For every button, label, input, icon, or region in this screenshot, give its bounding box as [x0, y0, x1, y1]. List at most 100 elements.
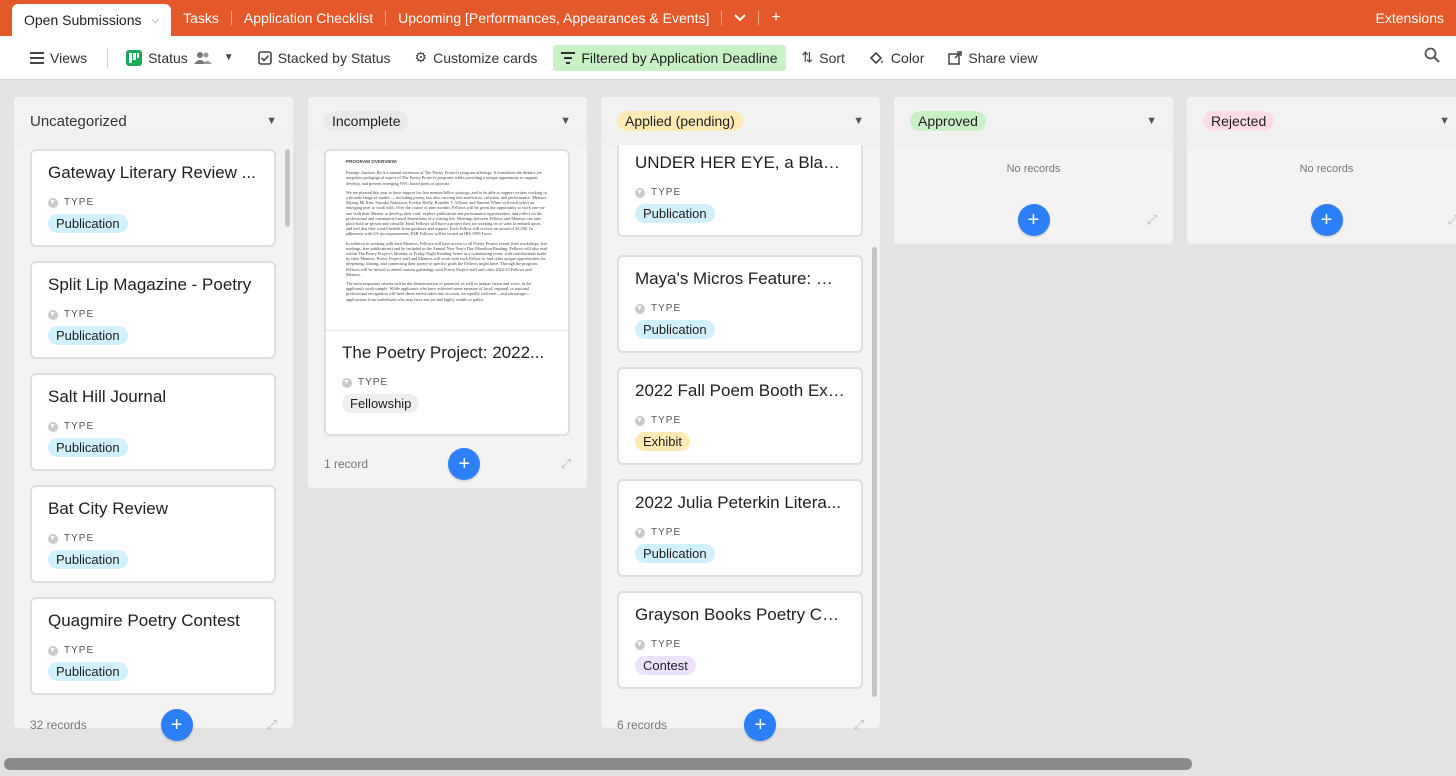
- view-switcher-status[interactable]: Status ▼: [118, 45, 242, 71]
- doc-paragraph: Emerge–Surface–Be is a natural extension…: [346, 170, 542, 186]
- card-title: Bat City Review: [48, 499, 168, 518]
- customize-cards-label: Customize cards: [433, 49, 538, 66]
- field-name: TYPE: [64, 533, 95, 544]
- record-card[interactable]: Grayson Books Poetry Co... ▼ TYPE Contest: [617, 591, 863, 689]
- single-select-icon: ▼: [48, 533, 58, 544]
- add-record-button[interactable]: +: [160, 709, 193, 741]
- color-button[interactable]: Color: [861, 45, 932, 71]
- record-card[interactable]: Salt Hill Journal ▼ TYPE Publication: [30, 373, 276, 471]
- add-record-button[interactable]: +: [1017, 204, 1050, 236]
- stack-menu-caret-icon[interactable]: ▼: [266, 115, 277, 127]
- collapse-icon[interactable]: ⤢: [267, 717, 277, 733]
- stack-footer: 32 records + ⤢: [14, 701, 293, 749]
- tab-application-checklist[interactable]: Application Checklist: [232, 0, 385, 36]
- stack-menu-caret-icon[interactable]: ▼: [853, 115, 864, 127]
- type-tag: Publication: [48, 550, 128, 569]
- card-field-label: ▼ TYPE: [635, 187, 845, 198]
- field-name: TYPE: [64, 645, 95, 656]
- stack-footer: + ⤢: [1187, 196, 1456, 244]
- search-icon[interactable]: [1424, 47, 1440, 68]
- stack-incomplete: Incomplete ▼ PROGRAM OVERVIEW: Emerge–Su…: [308, 97, 587, 488]
- collapse-icon[interactable]: ⤢: [1147, 212, 1157, 228]
- card-title: Grayson Books Poetry Co...: [635, 605, 845, 624]
- add-record-button[interactable]: +: [744, 709, 777, 741]
- record-card[interactable]: UNDER HER EYE, a Black ... ▼ TYPE Publica…: [617, 145, 863, 237]
- card-title: Salt Hill Journal: [48, 387, 167, 406]
- field-name: TYPE: [64, 197, 95, 208]
- field-name: TYPE: [651, 639, 682, 650]
- paint-bucket-icon: [869, 51, 885, 65]
- doc-paragraph: The most important criteria will be the …: [346, 281, 532, 302]
- collapse-icon[interactable]: ⤢: [854, 717, 864, 733]
- stack-title: Approved: [910, 111, 986, 131]
- hamburger-icon: [30, 51, 44, 64]
- tab-application-checklist-label: Application Checklist: [243, 10, 374, 26]
- card-field-label: ▼ TYPE: [635, 415, 845, 426]
- doc-paragraph: In addition to working with their Mentor…: [346, 240, 548, 277]
- filter-icon: [561, 51, 576, 64]
- collapse-icon[interactable]: ⤢: [561, 456, 571, 472]
- card-title: Maya's Micros Feature: Mi...: [635, 269, 845, 288]
- views-button[interactable]: Views: [22, 45, 95, 71]
- single-select-icon: ▼: [635, 303, 645, 314]
- stack-header: Approved ▼: [894, 97, 1173, 145]
- extensions-button[interactable]: Extensions: [1376, 0, 1456, 36]
- record-card[interactable]: Bat City Review ▼ TYPE Publication: [30, 485, 276, 583]
- stacked-by-button[interactable]: Stacked by Status: [250, 45, 399, 71]
- filter-button[interactable]: Filtered by Application Deadline: [553, 44, 786, 71]
- stack-menu-caret-icon[interactable]: ▼: [560, 115, 571, 127]
- add-record-button[interactable]: +: [448, 448, 481, 480]
- record-card[interactable]: 2022 Fall Poem Booth Exh... ▼ TYPE Exhibi…: [617, 367, 863, 465]
- add-record-button[interactable]: +: [1310, 204, 1343, 236]
- stack-footer: + ⤢: [894, 196, 1173, 244]
- record-card[interactable]: Gateway Literary Review ... ▼ TYPE Public…: [30, 149, 276, 247]
- record-card[interactable]: Maya's Micros Feature: Mi... ▼ TYPE Publi…: [617, 255, 863, 353]
- card-title: 2022 Fall Poem Booth Exh...: [635, 381, 845, 400]
- stack-card-list: Gateway Literary Review ... ▼ TYPE Public…: [14, 145, 293, 701]
- card-field-label: ▼ TYPE: [48, 533, 258, 544]
- card-field-label: ▼ TYPE: [635, 527, 845, 538]
- share-icon: [948, 50, 963, 65]
- card-field-label: ▼ TYPE: [635, 639, 845, 650]
- record-card[interactable]: PROGRAM OVERVIEW: Emerge–Surface–Be is a…: [324, 149, 570, 436]
- stack-footer: 1 record + ⤢: [308, 440, 587, 488]
- stack-menu-caret-icon[interactable]: ▼: [1439, 115, 1450, 127]
- stack-menu-caret-icon[interactable]: ▼: [1146, 115, 1157, 127]
- field-name: TYPE: [651, 303, 682, 314]
- tab-upcoming[interactable]: Upcoming [Performances, Appearances & Ev…: [386, 0, 721, 36]
- type-tag: Publication: [635, 320, 715, 339]
- share-view-label: Share view: [968, 49, 1038, 66]
- record-card[interactable]: Split Lip Magazine - Poetry ▼ TYPE Public…: [30, 261, 276, 359]
- tab-open-submissions-label: Open Submissions: [24, 12, 142, 28]
- table-tab-bar: Open Submissions ⌵ Tasks Application Che…: [0, 0, 1456, 36]
- chevron-down-icon[interactable]: ⌵: [152, 15, 160, 26]
- single-select-icon: ▼: [635, 639, 645, 650]
- caret-down-icon[interactable]: ▼: [224, 52, 234, 63]
- single-select-icon: ▼: [48, 645, 58, 656]
- record-card[interactable]: Quagmire Poetry Contest ▼ TYPE Publicatio…: [30, 597, 276, 695]
- collapse-icon[interactable]: ⤢: [1448, 212, 1456, 228]
- add-table-plus-icon[interactable]: +: [759, 0, 792, 36]
- tab-open-submissions[interactable]: Open Submissions ⌵: [12, 4, 172, 36]
- doc-paragraph: We are pleased this year to have support…: [346, 189, 547, 237]
- stack-header: Incomplete ▼: [308, 97, 587, 145]
- customize-cards-button[interactable]: ⚙ Customize cards: [407, 45, 546, 71]
- stack-title: Rejected: [1203, 111, 1275, 131]
- gear-icon: ⚙: [414, 49, 428, 65]
- card-field-label: ▼ TYPE: [48, 645, 258, 656]
- board-horizontal-scrollbar[interactable]: [4, 758, 1192, 770]
- card-title: Gateway Literary Review ...: [48, 163, 256, 182]
- share-view-button[interactable]: Share view: [940, 45, 1045, 71]
- stack-title: Applied (pending): [617, 111, 743, 131]
- more-tables-chevron-icon[interactable]: [722, 0, 758, 36]
- stack-scrollbar[interactable]: [872, 247, 877, 697]
- empty-stack-message: No records: [1299, 163, 1354, 175]
- sort-button[interactable]: ⇅ Sort: [794, 45, 853, 71]
- card-body: The Poetry Project: 2022... ▼ TYPE Fellow…: [326, 331, 568, 425]
- tab-tasks[interactable]: Tasks: [171, 0, 231, 36]
- type-tag: Publication: [635, 204, 715, 223]
- stack-scrollbar[interactable]: [285, 149, 290, 227]
- record-count: 6 records: [617, 718, 668, 732]
- single-select-icon: ▼: [48, 309, 58, 320]
- record-card[interactable]: 2022 Julia Peterkin Litera... ▼ TYPE Publ…: [617, 479, 863, 577]
